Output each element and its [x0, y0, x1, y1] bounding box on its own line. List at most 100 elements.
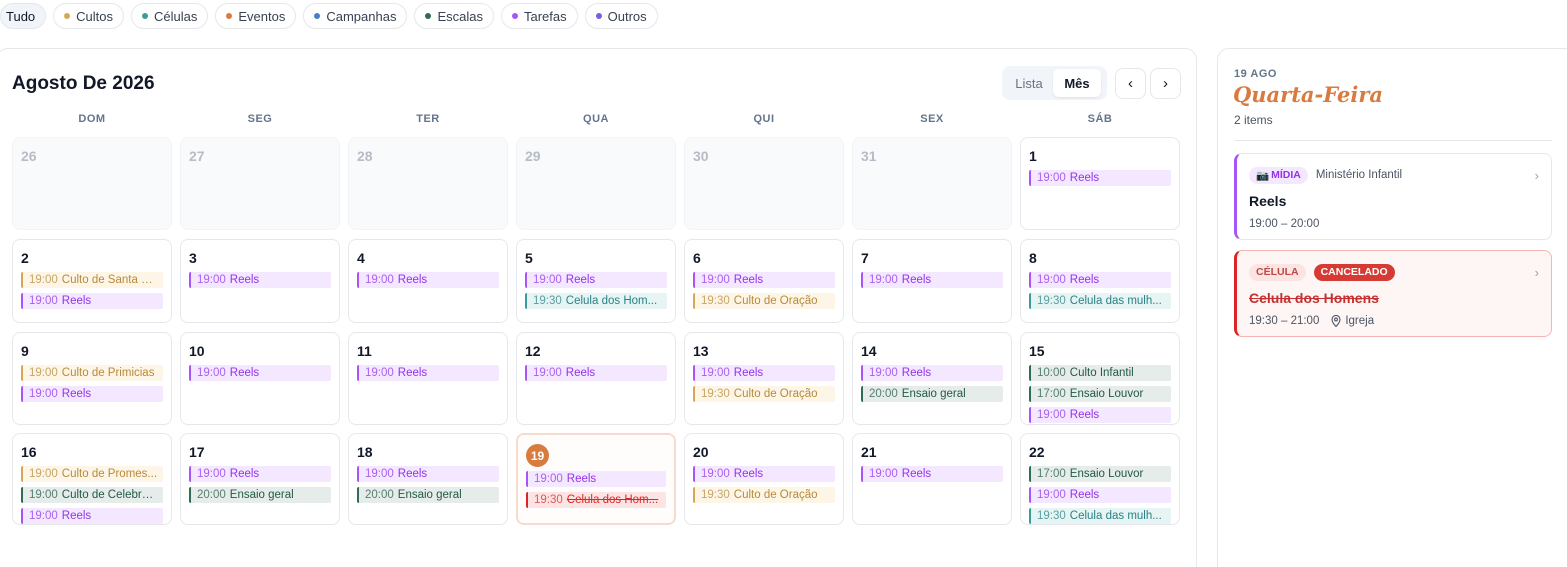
calendar-event[interactable]: 19:00 Reels: [693, 272, 835, 288]
calendar-event[interactable]: 19:00 Reels: [1029, 272, 1171, 288]
day-cell[interactable]: 22 17:00 Ensaio Louvor 19:00 Reels 19:30 Celul…: [1020, 433, 1180, 525]
event-time: 19:00: [869, 274, 898, 286]
day-cell[interactable]: 10 19:00 Reels: [180, 332, 340, 425]
day-cell[interactable]: 2 19:00 Culto de Santa C... 19:00 Reels: [12, 239, 172, 323]
view-month-button[interactable]: Mês: [1053, 69, 1101, 97]
calendar-event[interactable]: 10:00 Culto Infantil: [1029, 365, 1171, 381]
filter-chip-eventos[interactable]: Eventos: [215, 3, 297, 29]
calendar-event[interactable]: 19:00 Reels: [693, 466, 835, 482]
calendar-event[interactable]: 19:00 Reels: [189, 466, 331, 482]
event-name: Reels: [901, 274, 932, 286]
event-name: Reels: [229, 274, 260, 286]
event-name: Ensaio geral: [901, 388, 966, 400]
event-name: Reels: [397, 367, 428, 379]
day-cell[interactable]: 21 19:00 Reels: [852, 433, 1012, 525]
calendar-event[interactable]: 19:00 Reels: [357, 272, 499, 288]
prev-month-button[interactable]: ‹: [1115, 68, 1146, 99]
event-name: Reels: [1069, 172, 1100, 184]
event-name: Reels: [565, 274, 596, 286]
event-card-reels[interactable]: 📷 MÍDIA Ministério Infantil Reels 19:00 –…: [1234, 153, 1552, 240]
calendar-event[interactable]: 19:00 Reels: [525, 272, 667, 288]
weekday-label: SEX: [920, 113, 944, 125]
item-count: 2 items: [1234, 113, 1273, 127]
filter-chip-tarefas[interactable]: Tarefas: [501, 3, 578, 29]
event-card-celula-dos-homens[interactable]: CÉLULA CANCELADO Celula dos Homens 19:30…: [1234, 250, 1552, 337]
view-list-button[interactable]: Lista: [1005, 69, 1053, 97]
day-cell[interactable]: 8 19:00 Reels 19:30 Celula das mulh...: [1020, 239, 1180, 323]
day-cell[interactable]: 7 19:00 Reels: [852, 239, 1012, 323]
event-name: Reels: [397, 274, 428, 286]
category-badge: 📷 MÍDIA: [1249, 166, 1308, 184]
day-cell[interactable]: 1 19:00 Reels: [1020, 137, 1180, 230]
celulas-dot-icon: [142, 13, 149, 19]
calendar-event[interactable]: 19:00 Reels: [1029, 487, 1171, 503]
filter-chip-cultos[interactable]: Cultos: [53, 3, 125, 29]
day-cell[interactable]: 14 19:00 Reels 20:00 Ensaio geral: [852, 332, 1012, 425]
filter-chip-celulas[interactable]: Células: [131, 3, 209, 29]
calendar-event[interactable]: 19:30 Celula das mulh...: [1029, 508, 1171, 524]
day-number: 11: [357, 343, 372, 359]
day-number: 15: [1029, 343, 1045, 359]
calendar-event[interactable]: 19:00 Reels: [525, 365, 667, 381]
calendar-event[interactable]: 19:30 Culto de Oração: [693, 386, 835, 402]
calendar-event[interactable]: 19:00 Reels: [526, 471, 666, 487]
day-cell[interactable]: 27: [180, 137, 340, 230]
day-cell[interactable]: 15 10:00 Culto Infantil 17:00 Ensaio Louvor 1…: [1020, 332, 1180, 425]
day-cell[interactable]: 11 19:00 Reels: [348, 332, 508, 425]
day-cell-today[interactable]: 19 19:00 Reels 19:30 Celula dos Hom...: [516, 433, 676, 525]
day-number: 10: [189, 343, 205, 359]
calendar-event[interactable]: 19:30 Celula das mulh...: [1029, 293, 1171, 309]
calendar-event[interactable]: 19:00 Reels: [189, 365, 331, 381]
day-cell[interactable]: 4 19:00 Reels: [348, 239, 508, 323]
calendar-event[interactable]: 19:00 Reels: [21, 508, 163, 524]
calendar-event[interactable]: 19:00 Culto de Celebra...: [21, 487, 163, 503]
calendar-event[interactable]: 17:00 Ensaio Louvor: [1029, 386, 1171, 402]
day-cell[interactable]: 12 19:00 Reels: [516, 332, 676, 425]
weekday-header: DOM SEG TER QUA QUI SEX SÁB: [12, 113, 1182, 125]
calendar-event[interactable]: 19:00 Reels: [1029, 170, 1171, 186]
day-cell[interactable]: 17 19:00 Reels 20:00 Ensaio geral: [180, 433, 340, 525]
day-cell[interactable]: 16 19:00 Culto de Promes... 19:00 Culto de C…: [12, 433, 172, 525]
calendar-event[interactable]: 19:00 Reels: [21, 386, 163, 402]
day-cell[interactable]: 29: [516, 137, 676, 230]
day-cell[interactable]: 30: [684, 137, 844, 230]
event-name: Reels: [229, 468, 260, 480]
calendar-event[interactable]: 19:30 Celula dos Hom...: [526, 492, 666, 508]
filter-chip-campanhas[interactable]: Campanhas: [303, 3, 408, 29]
day-cell[interactable]: 28: [348, 137, 508, 230]
calendar-event[interactable]: 19:30 Culto de Oração: [693, 293, 835, 309]
calendar-event[interactable]: 19:00 Reels: [21, 293, 163, 309]
day-cell[interactable]: 3 19:00 Reels: [180, 239, 340, 323]
calendar-event[interactable]: 19:00 Culto de Primicias: [21, 365, 163, 381]
calendar-event[interactable]: 19:00 Reels: [861, 272, 1003, 288]
calendar-event[interactable]: 19:30 Culto de Oração: [693, 487, 835, 503]
calendar-event[interactable]: 19:00 Reels: [861, 365, 1003, 381]
filter-chip-escalas[interactable]: Escalas: [414, 3, 494, 29]
calendar-event[interactable]: 19:00 Culto de Promes...: [21, 466, 163, 482]
day-cell[interactable]: 13 19:00 Reels 19:30 Culto de Oração: [684, 332, 844, 425]
calendar-event[interactable]: 19:00 Reels: [357, 365, 499, 381]
calendar-event[interactable]: 19:00 Reels: [1029, 407, 1171, 423]
calendar-event[interactable]: 20:00 Ensaio geral: [189, 487, 331, 503]
day-cell[interactable]: 31: [852, 137, 1012, 230]
next-month-button[interactable]: ›: [1150, 68, 1181, 99]
event-time: 19:00: [534, 473, 563, 485]
calendar-event[interactable]: 19:30 Celula dos Hom...: [525, 293, 667, 309]
calendar-event[interactable]: 19:00 Reels: [693, 365, 835, 381]
calendar-event[interactable]: 19:00 Reels: [189, 272, 331, 288]
day-cell[interactable]: 9 19:00 Culto de Primicias 19:00 Reels: [12, 332, 172, 425]
day-cell[interactable]: 26: [12, 137, 172, 230]
calendar-event[interactable]: 20:00 Ensaio geral: [357, 487, 499, 503]
calendar-event[interactable]: 19:00 Culto de Santa C...: [21, 272, 163, 288]
filter-chip-tudo[interactable]: Tudo: [0, 3, 47, 29]
day-cell[interactable]: 6 19:00 Reels 19:30 Culto de Oração: [684, 239, 844, 323]
calendar-event[interactable]: 19:00 Reels: [861, 466, 1003, 482]
calendar-event[interactable]: 17:00 Ensaio Louvor: [1029, 466, 1171, 482]
calendar-event[interactable]: 20:00 Ensaio geral: [861, 386, 1003, 402]
day-cell[interactable]: 20 19:00 Reels 19:30 Culto de Oração: [684, 433, 844, 525]
filter-chip-outros[interactable]: Outros: [584, 3, 658, 29]
day-cell[interactable]: 5 19:00 Reels 19:30 Celula dos Hom...: [516, 239, 676, 323]
day-cell[interactable]: 18 19:00 Reels 20:00 Ensaio geral: [348, 433, 508, 525]
map-pin-icon: [1331, 315, 1341, 327]
calendar-event[interactable]: 19:00 Reels: [357, 466, 499, 482]
